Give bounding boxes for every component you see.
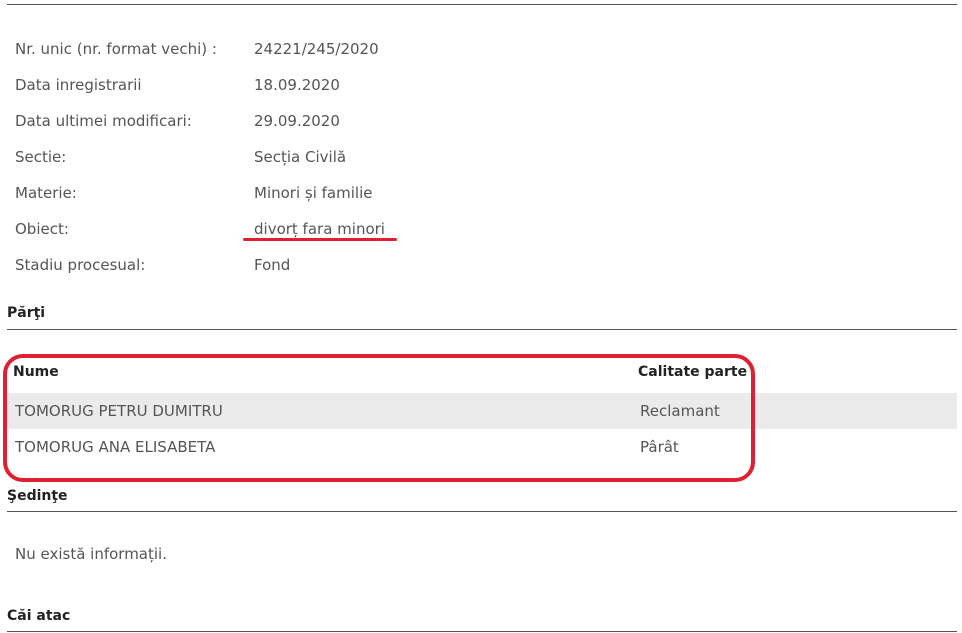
highlight-box [3, 354, 755, 482]
detail-value: 29.09.2020 [254, 112, 340, 130]
section-divider [7, 631, 957, 632]
top-divider [7, 4, 957, 5]
empty-message: Nu există informații. [15, 545, 167, 563]
section-title-cai-atac: Căi atac [7, 608, 71, 624]
detail-value: 18.09.2020 [254, 76, 340, 94]
section-divider [7, 511, 957, 512]
detail-value: Fond [254, 256, 291, 274]
detail-label: Sectie: [15, 148, 67, 166]
detail-label: Data inregistrarii [15, 76, 142, 94]
detail-value: Secția Civilă [254, 148, 347, 166]
highlight-underline [243, 238, 397, 241]
section-title-sedinte: Şedinţe [7, 488, 68, 504]
section-divider [7, 329, 957, 330]
detail-value: Minori și familie [254, 184, 373, 202]
detail-label: Stadiu procesual: [15, 256, 146, 274]
detail-label: Data ultimei modificari: [15, 112, 192, 130]
detail-value: 24221/245/2020 [254, 40, 379, 58]
section-title-parti: Părţi [7, 305, 46, 321]
detail-label: Nr. unic (nr. format vechi) : [15, 40, 217, 58]
detail-label: Obiect: [15, 220, 69, 238]
detail-label: Materie: [15, 184, 77, 202]
